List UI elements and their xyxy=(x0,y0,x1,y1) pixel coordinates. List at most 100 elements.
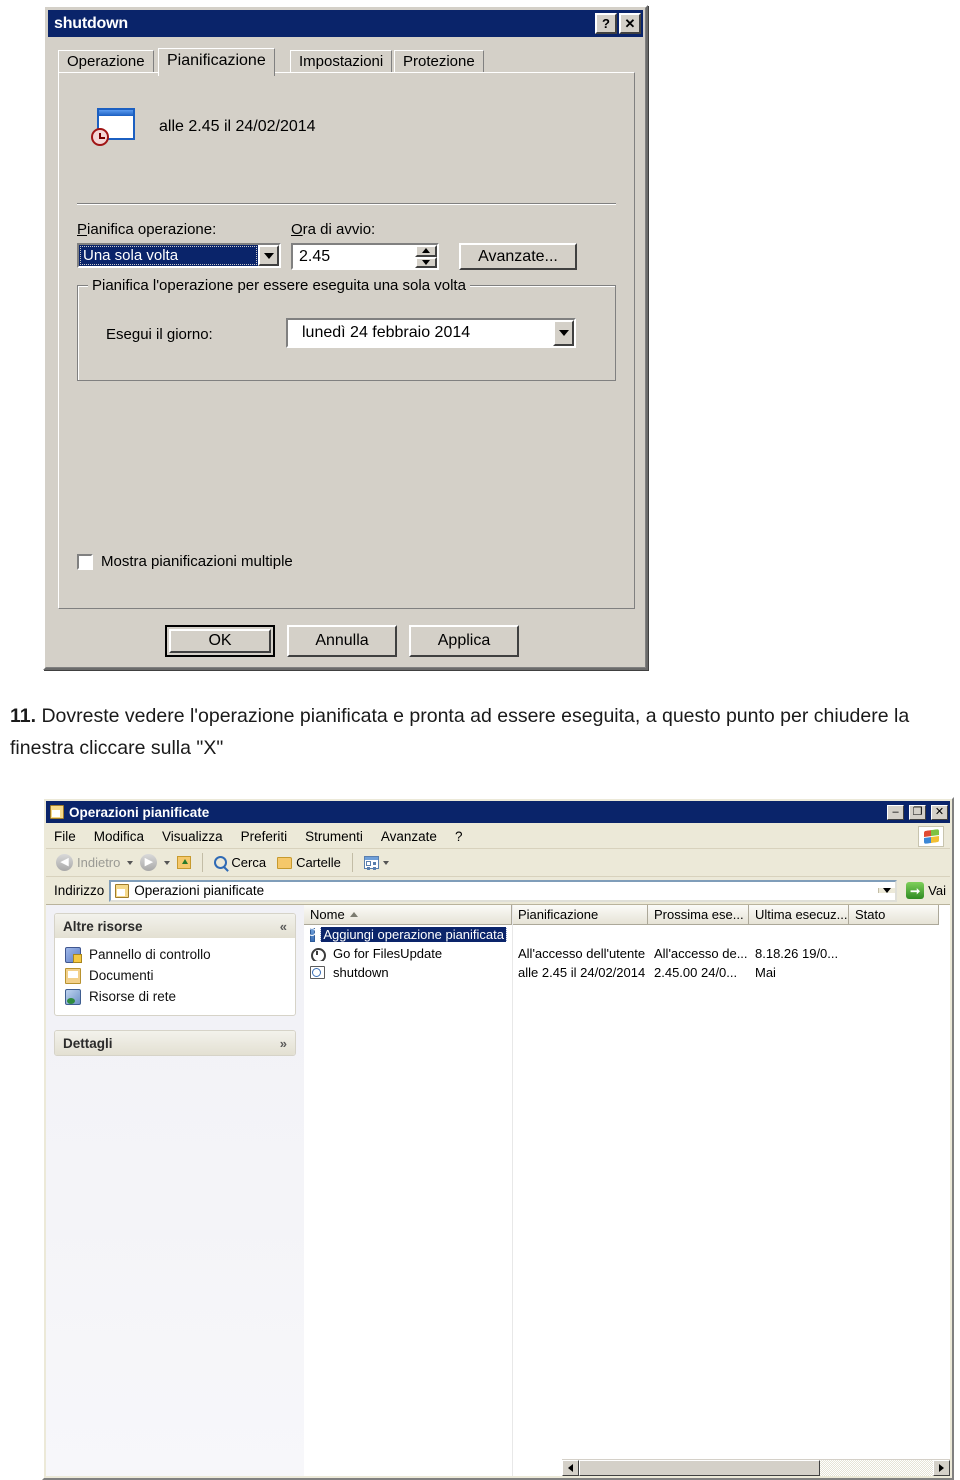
show-multiple-schedules-row[interactable]: Mostra pianificazioni multiple xyxy=(77,553,293,570)
menu-help[interactable]: ? xyxy=(455,829,463,844)
tab-protezione[interactable]: Protezione xyxy=(394,50,484,74)
tab-operazione[interactable]: Operazione xyxy=(58,50,154,74)
menu-avanzate[interactable]: Avanzate xyxy=(381,829,437,844)
maximize-icon[interactable]: ❐ xyxy=(909,804,926,820)
schedule-type-combobox[interactable]: Una sola volta xyxy=(77,243,281,268)
folders-button[interactable]: Cartelle xyxy=(273,854,345,871)
sidebar-item-label: Documenti xyxy=(89,968,154,983)
explorer-titlebar[interactable]: Operazioni pianificate – ❐ ✕ xyxy=(46,801,950,823)
instruction-number: 11. xyxy=(10,705,37,727)
panel-altre-risorse-header[interactable]: Altre risorse « xyxy=(55,914,295,938)
apply-button[interactable]: Applica xyxy=(409,625,519,657)
address-value: Operazioni pianificate xyxy=(134,883,265,898)
column-divider xyxy=(512,905,513,1476)
folder-icon xyxy=(277,856,293,869)
scrollbar-track[interactable] xyxy=(579,1460,933,1476)
table-row[interactable]: Go for FilesUpdate All'accesso dell'uten… xyxy=(304,944,950,963)
scroll-right-button[interactable] xyxy=(933,1460,950,1476)
column-header-ultima-esecuzione[interactable]: Ultima esecuz... xyxy=(749,905,849,925)
panel-dettagli: Dettagli » xyxy=(54,1030,296,1056)
sort-ascending-icon xyxy=(349,912,358,917)
forward-history-chevron-down-icon[interactable] xyxy=(164,860,171,865)
column-header-nome[interactable]: Nome xyxy=(304,905,512,925)
minimize-icon[interactable]: – xyxy=(887,804,904,820)
documents-icon xyxy=(65,967,81,984)
table-row[interactable]: shutdown alle 2.45 il 24/02/2014 2.45.00… xyxy=(304,963,950,982)
panel-dettagli-header[interactable]: Dettagli » xyxy=(55,1031,295,1055)
shutdown-task-icon xyxy=(310,966,325,979)
search-button[interactable]: Cerca xyxy=(210,854,270,871)
row-name-label: Aggiungi operazione pianificata xyxy=(320,927,507,942)
run-day-label: Esegui il giorno: xyxy=(106,326,213,343)
views-chevron-down-icon[interactable] xyxy=(382,860,389,865)
go-button[interactable]: ➞ Vai xyxy=(902,882,946,899)
toolbar-separator xyxy=(202,853,204,872)
menu-file[interactable]: File xyxy=(54,829,76,844)
start-time-spin-buttons[interactable] xyxy=(415,245,437,268)
chevron-down-icon[interactable]: » xyxy=(280,1036,287,1051)
instruction-text: Dovreste vedere l'operazione pianificata… xyxy=(10,705,910,759)
shutdown-task-dialog: shutdown ? ✕ Operazione Pianificazione I… xyxy=(43,5,648,670)
run-day-datepicker[interactable]: lunedì 24 febbraio 2014 xyxy=(286,318,576,348)
network-icon xyxy=(65,988,81,1005)
scroll-left-button[interactable] xyxy=(562,1460,579,1476)
views-button[interactable] xyxy=(360,855,393,870)
column-header-prossima-esecuzione[interactable]: Prossima ese... xyxy=(648,905,749,925)
run-day-value: lunedì 24 febbraio 2014 xyxy=(302,324,471,341)
back-history-chevron-down-icon[interactable] xyxy=(127,860,134,865)
scrollbar-thumb[interactable] xyxy=(579,1460,820,1476)
ok-button[interactable]: OK xyxy=(165,625,275,657)
sidebar-item-pannello-di-controllo[interactable]: Pannello di controllo xyxy=(65,944,287,965)
spinner-down-icon[interactable] xyxy=(415,256,437,268)
sidebar-item-documenti[interactable]: Documenti xyxy=(65,965,287,986)
scheduled-tasks-listview: Nome Pianificazione Prossima ese... Ulti… xyxy=(304,905,950,1476)
cancel-button[interactable]: Annulla xyxy=(287,625,397,657)
start-time-value[interactable]: 2.45 xyxy=(293,245,415,268)
address-chevron-down-icon[interactable] xyxy=(878,888,896,893)
menu-modifica[interactable]: Modifica xyxy=(94,829,144,844)
dialog-titlebar[interactable]: shutdown ? ✕ xyxy=(48,10,643,37)
go-button-label: Vai xyxy=(928,883,946,898)
chevron-down-icon[interactable] xyxy=(258,245,279,266)
instruction-paragraph: 11. Dovreste vedere l'operazione pianifi… xyxy=(10,700,960,764)
up-folder-icon xyxy=(177,856,192,869)
spinner-up-icon[interactable] xyxy=(415,245,437,257)
menu-preferiti[interactable]: Preferiti xyxy=(241,829,288,844)
up-button[interactable] xyxy=(173,855,195,870)
panel-dettagli-title: Dettagli xyxy=(63,1035,113,1051)
sidebar-item-risorse-di-rete[interactable]: Risorse di rete xyxy=(65,986,287,1007)
cell-ultima-esecuzione: Mai xyxy=(755,965,776,980)
advanced-button[interactable]: Avanzate... xyxy=(459,243,577,270)
task-summary-text: alle 2.45 il 24/02/2014 xyxy=(159,118,316,135)
explorer-addressbar: Indirizzo Operazioni pianificate ➞ Vai xyxy=(46,877,950,905)
menu-visualizza[interactable]: Visualizza xyxy=(162,829,223,844)
cell-nome[interactable]: Aggiungi operazione pianificata xyxy=(304,927,512,942)
start-time-spinner[interactable]: 2.45 xyxy=(291,243,439,270)
column-header-nome-label: Nome xyxy=(310,907,345,922)
address-input[interactable]: Operazioni pianificate xyxy=(109,879,898,902)
tab-pianificazione[interactable]: Pianificazione xyxy=(158,48,275,76)
column-header-pianificazione[interactable]: Pianificazione xyxy=(512,905,648,925)
chevron-up-icon[interactable]: « xyxy=(280,919,287,934)
help-button[interactable]: ? xyxy=(595,13,617,34)
forward-button[interactable]: ▶ xyxy=(136,853,161,872)
dialog-separator xyxy=(77,203,616,205)
add-task-icon xyxy=(310,927,316,942)
cell-pianificazione: All'accesso dell'utente xyxy=(518,946,646,961)
tab-impostazioni[interactable]: Impostazioni xyxy=(290,50,393,74)
row-name-label: Go for FilesUpdate xyxy=(333,946,443,961)
scheduled-tasks-explorer-window: Operazioni pianificate – ❐ ✕ File Modifi… xyxy=(42,797,954,1480)
cell-nome[interactable]: Go for FilesUpdate xyxy=(304,946,512,961)
panel-altre-risorse-body: Pannello di controllo Documenti Risorse … xyxy=(55,938,295,1015)
table-row[interactable]: Aggiungi operazione pianificata xyxy=(304,925,950,944)
back-button[interactable]: ◀ Indietro xyxy=(52,853,124,872)
column-header-stato[interactable]: Stato xyxy=(849,905,939,925)
menu-strumenti[interactable]: Strumenti xyxy=(305,829,363,844)
cell-nome[interactable]: shutdown xyxy=(304,965,512,980)
close-icon[interactable]: ✕ xyxy=(931,804,948,820)
chevron-down-icon[interactable] xyxy=(553,320,574,346)
close-icon[interactable]: ✕ xyxy=(619,13,641,34)
listview-rows: Aggiungi operazione pianificata Go for F… xyxy=(304,925,950,1476)
horizontal-scrollbar[interactable] xyxy=(562,1459,950,1476)
show-multiple-schedules-checkbox[interactable] xyxy=(77,553,93,570)
